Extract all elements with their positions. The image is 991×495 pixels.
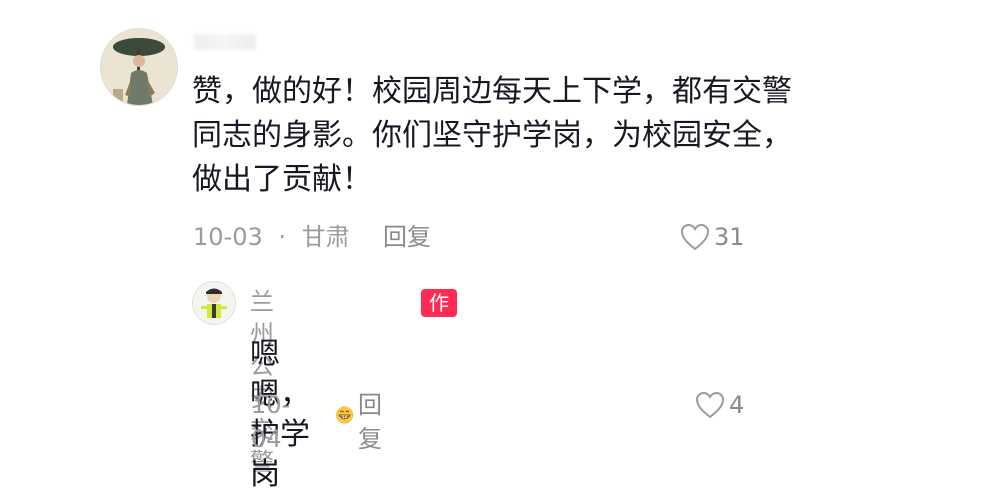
comment-location: 甘肃 bbox=[301, 223, 350, 251]
avatar-illustration bbox=[193, 282, 235, 324]
heart-outline-icon bbox=[680, 223, 710, 251]
reply-button[interactable]: 回复 bbox=[358, 388, 382, 456]
comment-item: 赞，做的好！校园周边每天上下学，都有交警 同志的身影。你们坚守护学岗，为校园安全… bbox=[0, 0, 991, 458]
like-button[interactable]: 4 bbox=[695, 389, 744, 421]
grinning-face-emoji bbox=[335, 406, 353, 424]
avatar[interactable] bbox=[100, 28, 178, 106]
comment-text-line: 赞，做的好！校园周边每天上下学，都有交警 bbox=[192, 74, 792, 109]
meta-separator: · bbox=[278, 223, 287, 251]
reply-date: 10-04 bbox=[251, 391, 291, 453]
comment-date: 10-03 bbox=[193, 223, 263, 251]
author-badge: 作者 bbox=[421, 289, 457, 343]
comment-meta: 10-03 · 甘肃 bbox=[193, 220, 350, 254]
heart-outline-icon bbox=[695, 391, 725, 419]
like-count: 4 bbox=[729, 391, 745, 419]
comment-text-line: 做出了贡献！ bbox=[192, 162, 372, 197]
reply-meta: 10-04 bbox=[251, 388, 290, 453]
reply-button[interactable]: 回复 bbox=[383, 220, 431, 254]
comment-text: 赞，做的好！校园周边每天上下学，都有交警 同志的身影。你们坚守护学岗，为校园安全… bbox=[192, 70, 802, 220]
like-count: 31 bbox=[714, 223, 745, 251]
username-blurred[interactable] bbox=[194, 34, 256, 50]
reply-avatar[interactable] bbox=[192, 281, 236, 325]
avatar-illustration bbox=[101, 29, 177, 105]
like-button[interactable]: 31 bbox=[680, 221, 745, 253]
comment-text-line: 同志的身影。你们坚守护学岗，为校园安全， bbox=[192, 118, 792, 153]
